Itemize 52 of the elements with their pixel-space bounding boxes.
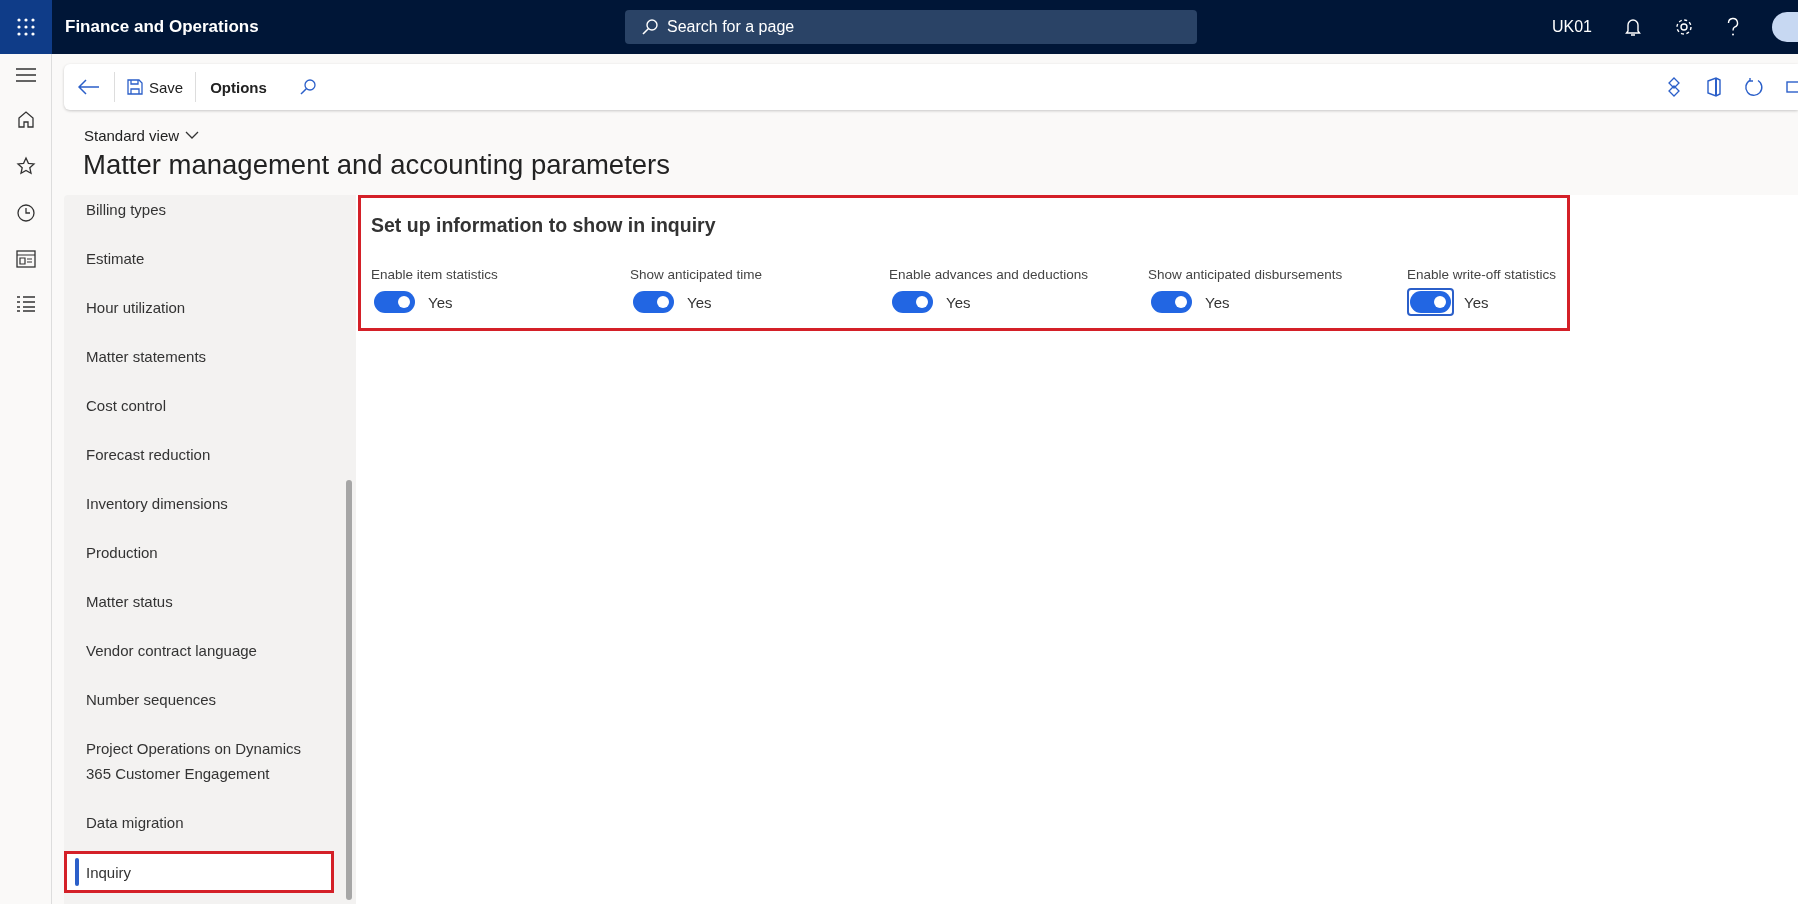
nav-item[interactable]: Production xyxy=(64,528,344,577)
chevron-down-icon xyxy=(185,131,200,140)
page-title: Matter management and accounting parameters xyxy=(83,149,671,181)
save-button[interactable]: Save xyxy=(121,74,190,100)
search-icon[interactable] xyxy=(298,78,317,96)
list-icon[interactable] xyxy=(15,295,36,313)
nav-item[interactable]: Project Operations on Dynamics 365 Customer Engagement xyxy=(64,724,344,798)
app-launcher-icon[interactable] xyxy=(0,0,52,54)
refresh-icon[interactable] xyxy=(1744,77,1764,97)
field-label: Show anticipated disbursements xyxy=(1148,267,1344,282)
nav-item[interactable]: Inquiry xyxy=(64,851,334,893)
nav-item[interactable]: Data migration xyxy=(64,798,344,847)
home-icon[interactable] xyxy=(15,109,36,129)
nav-item[interactable]: Inventory dimensions xyxy=(64,479,344,528)
search-icon xyxy=(641,18,659,36)
view-selector[interactable]: Standard view xyxy=(84,127,1798,144)
field-label: Enable write-off statistics xyxy=(1407,267,1557,282)
nav-item[interactable]: Cost control xyxy=(64,381,344,430)
nav-item[interactable]: Billing types xyxy=(64,195,344,234)
field-label: Show anticipated time xyxy=(630,267,764,282)
toggle-value: Yes xyxy=(1205,293,1230,311)
toggle-switch[interactable] xyxy=(1151,291,1192,313)
section-title: Set up information to show in inquiry xyxy=(371,214,717,237)
settings-icon[interactable] xyxy=(1674,17,1694,37)
toggle-switch[interactable] xyxy=(892,291,933,313)
help-icon[interactable] xyxy=(1726,17,1740,37)
notification-bell-icon[interactable] xyxy=(1624,17,1642,37)
clock-icon[interactable] xyxy=(15,203,36,223)
field-label: Enable item statistics xyxy=(371,267,499,282)
toggle-switch[interactable] xyxy=(633,291,674,313)
nav-item[interactable]: Matter statements xyxy=(64,332,344,381)
nav-item[interactable]: Matter status xyxy=(64,577,344,626)
star-icon[interactable] xyxy=(15,156,36,176)
nav-item[interactable]: Hour utilization xyxy=(64,283,344,332)
toggle-switch[interactable] xyxy=(374,291,415,313)
save-icon xyxy=(127,79,143,95)
nav-item[interactable]: Vendor contract language xyxy=(64,626,344,675)
company-picker[interactable]: UK01 xyxy=(1551,18,1592,36)
toggle-value: Yes xyxy=(946,293,971,311)
toggle-value: Yes xyxy=(687,293,712,311)
menu-icon[interactable] xyxy=(15,68,36,82)
nav-item[interactable]: Forecast reduction xyxy=(64,430,344,479)
search-field[interactable]: Search for a page xyxy=(625,10,1197,44)
nav-item[interactable]: Estimate xyxy=(64,234,344,283)
options-tab[interactable]: Options xyxy=(202,74,273,100)
nav-item[interactable]: Number sequences xyxy=(64,675,344,724)
field-label: Enable advances and deductions xyxy=(889,267,1089,282)
back-arrow-icon[interactable] xyxy=(78,79,100,95)
toggle-value: Yes xyxy=(1464,293,1489,311)
app-title: Finance and Operations xyxy=(65,17,260,37)
toggle-value: Yes xyxy=(428,293,453,311)
workspace-icon[interactable] xyxy=(15,250,36,268)
